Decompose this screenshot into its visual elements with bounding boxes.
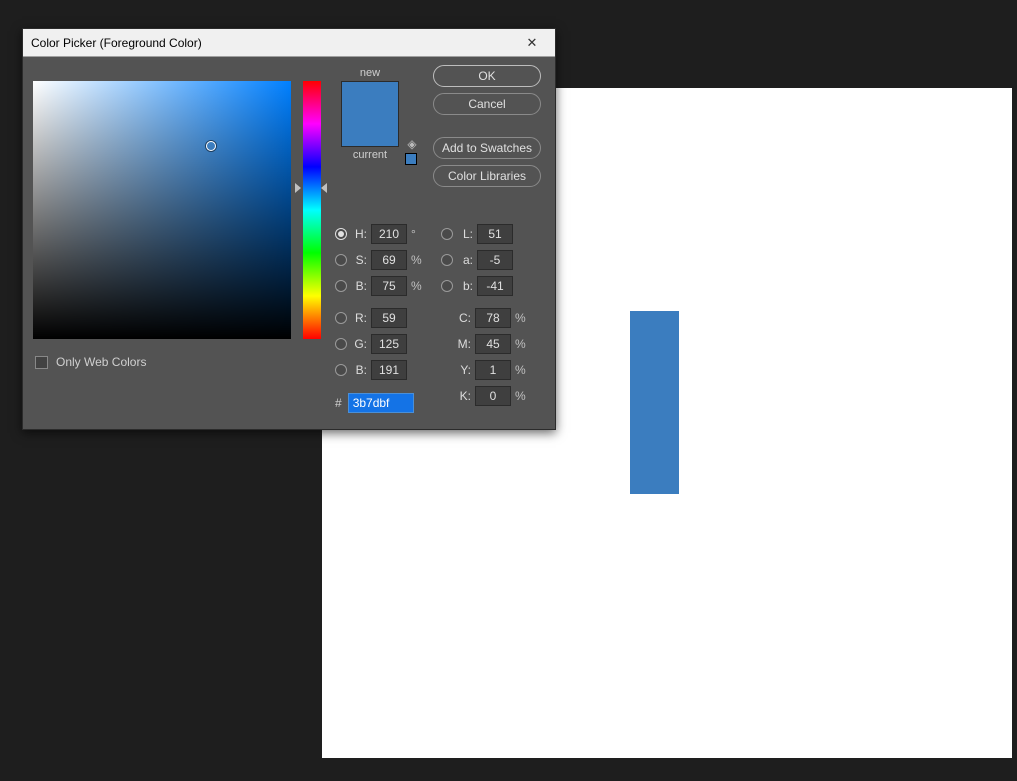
brightness-unit: % (411, 279, 429, 293)
cyan-label: C: (455, 311, 471, 325)
black-unit: % (515, 389, 533, 403)
saturation-label: S: (351, 253, 367, 267)
new-color-swatch[interactable] (342, 82, 398, 114)
yellow-label: Y: (455, 363, 471, 377)
hex-input[interactable] (348, 393, 414, 413)
hex-row: # (335, 393, 414, 413)
black-input[interactable] (475, 386, 511, 406)
lab-b-input[interactable] (477, 276, 513, 296)
red-label: R: (351, 311, 367, 325)
color-swatch-preview: new current (335, 65, 405, 163)
yellow-unit: % (515, 363, 533, 377)
current-color-label: current (335, 147, 405, 163)
hue-radio[interactable] (335, 228, 347, 240)
saturation-unit: % (411, 253, 429, 267)
saturation-radio[interactable] (335, 254, 347, 266)
cyan-input[interactable] (475, 308, 511, 328)
blue-radio[interactable] (335, 364, 347, 376)
color-libraries-button[interactable]: Color Libraries (433, 165, 541, 187)
hex-label: # (335, 396, 342, 410)
saturation-brightness-field[interactable] (33, 81, 291, 339)
current-color-swatch[interactable] (342, 114, 398, 146)
blue-input[interactable] (371, 360, 407, 380)
add-to-swatches-button[interactable]: Add to Swatches (433, 137, 541, 159)
green-radio[interactable] (335, 338, 347, 350)
only-web-colors-checkbox[interactable] (35, 356, 48, 369)
magenta-unit: % (515, 337, 533, 351)
yellow-input[interactable] (475, 360, 511, 380)
lab-l-label: L: (457, 227, 473, 241)
blue-label: B: (351, 363, 367, 377)
dialog-buttons: OK Cancel Add to Swatches Color Librarie… (433, 65, 541, 187)
lab-a-input[interactable] (477, 250, 513, 270)
hue-label: H: (351, 227, 367, 241)
saturation-input[interactable] (371, 250, 407, 270)
gamut-warning-icon[interactable]: ◈ (405, 137, 419, 151)
hue-input[interactable] (371, 224, 407, 244)
magenta-label: M: (455, 337, 471, 351)
dialog-body: new current ◈ OK Cancel Add to Swatches … (23, 57, 555, 429)
brightness-label: B: (351, 279, 367, 293)
lab-a-label: a: (457, 253, 473, 267)
green-input[interactable] (371, 334, 407, 354)
red-radio[interactable] (335, 312, 347, 324)
dialog-title: Color Picker (Foreground Color) (31, 36, 202, 50)
gamut-nearest-swatch[interactable] (405, 153, 417, 165)
brightness-input[interactable] (371, 276, 407, 296)
cancel-button[interactable]: Cancel (433, 93, 541, 115)
red-input[interactable] (371, 308, 407, 328)
only-web-colors-label: Only Web Colors (56, 355, 146, 369)
hue-marker-left-icon (295, 183, 301, 193)
new-color-label: new (335, 65, 405, 81)
ok-button[interactable]: OK (433, 65, 541, 87)
color-field-cursor[interactable] (206, 141, 216, 151)
black-label: K: (455, 389, 471, 403)
brightness-radio[interactable] (335, 280, 347, 292)
cyan-unit: % (515, 311, 533, 325)
lab-l-radio[interactable] (441, 228, 453, 240)
hue-marker-right-icon (321, 183, 327, 193)
canvas-shape-rectangle[interactable] (630, 311, 679, 494)
green-label: G: (351, 337, 367, 351)
lab-a-radio[interactable] (441, 254, 453, 266)
close-icon[interactable]: ✕ (517, 31, 547, 55)
lab-b-radio[interactable] (441, 280, 453, 292)
hue-slider[interactable] (303, 81, 321, 339)
swatch-box[interactable] (341, 81, 399, 147)
magenta-input[interactable] (475, 334, 511, 354)
dialog-titlebar[interactable]: Color Picker (Foreground Color) ✕ (23, 29, 555, 57)
hue-unit: ° (411, 227, 429, 241)
lab-b-label: b: (457, 279, 473, 293)
only-web-colors-row: Only Web Colors (35, 355, 146, 369)
color-picker-dialog: Color Picker (Foreground Color) ✕ new cu… (22, 28, 556, 430)
color-value-fields: H: ° S: % B: % (335, 221, 547, 409)
lab-l-input[interactable] (477, 224, 513, 244)
